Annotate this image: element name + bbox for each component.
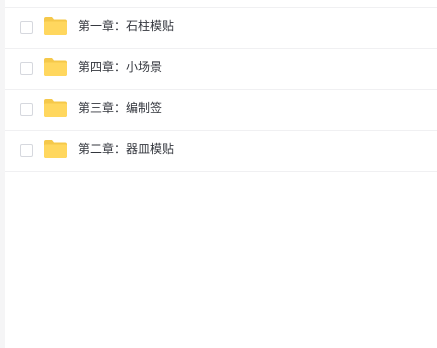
folder-icon [43, 16, 68, 36]
folder-name[interactable]: 第三章：编制签 [78, 100, 162, 116]
row-checkbox[interactable] [20, 144, 33, 157]
folder-name[interactable]: 第一章：石柱模贴 [78, 18, 174, 34]
folder-icon [43, 139, 68, 159]
list-item[interactable]: 第四章：小场景 [5, 49, 437, 90]
list-item[interactable]: 第一章：石柱模贴 [5, 8, 437, 49]
folder-icon [43, 98, 68, 118]
list-item[interactable]: 第三章：编制签 [5, 90, 437, 131]
row-checkbox[interactable] [20, 21, 33, 34]
list-item[interactable]: 第二章：器皿模贴 [5, 131, 437, 172]
folder-icon [43, 57, 68, 77]
row-checkbox[interactable] [20, 62, 33, 75]
folder-name[interactable]: 第二章：器皿模贴 [78, 141, 174, 157]
file-list: 第一章：石柱模贴 第四章：小场景 第三章：编制签 第二章：器皿模贴 [5, 8, 437, 172]
folder-name[interactable]: 第四章：小场景 [78, 59, 162, 75]
row-checkbox[interactable] [20, 103, 33, 116]
